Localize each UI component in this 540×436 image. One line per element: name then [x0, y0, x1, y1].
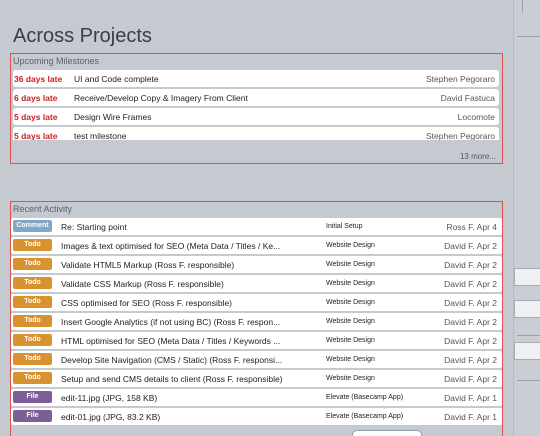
activity-project[interactable]: Website Design — [326, 337, 375, 344]
activity-row[interactable]: File edit-01.jpg (JPG, 83.2 KB) Elevate … — [11, 408, 502, 425]
activity-author: David F. Apr 2 — [444, 374, 497, 384]
activity-author: David F. Apr 2 — [444, 336, 497, 346]
activity-project[interactable]: Website Design — [326, 299, 375, 306]
milestone-person: Stephen Pegoraro — [426, 131, 495, 140]
activity-row[interactable]: Todo Develop Site Navigation (CMS / Stat… — [11, 351, 502, 368]
milestone-name[interactable]: UI and Code complete — [74, 74, 159, 84]
activity-author: David F. Apr 1 — [444, 412, 497, 422]
activity-row[interactable]: Comment Re: Starting point Initial Setup… — [11, 218, 502, 235]
side-panel-tab[interactable] — [514, 342, 540, 360]
activity-project[interactable]: Elevate (Basecamp App) — [326, 394, 403, 401]
activity-project[interactable]: Website Design — [326, 375, 375, 382]
section-label: Upcoming Milestones — [13, 56, 100, 66]
activity-project[interactable]: Website Design — [326, 356, 375, 363]
divider — [517, 380, 540, 381]
file-badge: File — [13, 410, 52, 422]
milestone-name[interactable]: test milestone — [74, 131, 126, 140]
activity-author: David F. Apr 2 — [444, 241, 497, 251]
activity-text[interactable]: Setup and send CMS details to client (Ro… — [61, 374, 311, 384]
milestone-row[interactable]: 5 days late Design Wire Frames Locomote — [13, 108, 499, 125]
activity-project[interactable]: Website Design — [326, 242, 375, 249]
more-milestones-link[interactable]: 13 more... — [460, 152, 496, 161]
activity-text[interactable]: Develop Site Navigation (CMS / Static) (… — [61, 355, 311, 365]
section-label: Recent Activity — [13, 204, 73, 214]
todo-badge: Todo — [13, 296, 52, 308]
milestone-name[interactable]: Receive/Develop Copy & Imagery From Clie… — [74, 93, 248, 103]
activity-project[interactable]: Initial Setup — [326, 223, 363, 230]
milestone-person: David Fastuca — [440, 93, 495, 103]
divider — [517, 36, 540, 37]
milestone-list[interactable]: 36 days late UI and Code complete Stephe… — [13, 70, 499, 140]
todo-badge: Todo — [13, 334, 52, 346]
divider — [522, 0, 523, 12]
activity-text[interactable]: CSS optimised for SEO (Ross F. responsib… — [61, 298, 311, 308]
activity-text[interactable]: Insert Google Analytics (if not using BC… — [61, 317, 311, 327]
activity-project[interactable]: Website Design — [326, 261, 375, 268]
todo-badge: Todo — [13, 239, 52, 251]
main-panel: Across Projects Upcoming Milestones 36 d… — [0, 0, 513, 436]
recent-activity-section: Recent Activity Comment Re: Starting poi… — [10, 201, 503, 436]
activity-text[interactable]: HTML optimised for SEO (Meta Data / Titl… — [61, 336, 311, 346]
side-panel — [513, 0, 540, 436]
todo-badge: Todo — [13, 353, 52, 365]
todo-badge: Todo — [13, 277, 52, 289]
divider — [517, 335, 540, 336]
activity-project[interactable]: Website Design — [326, 280, 375, 287]
milestone-person: Stephen Pegoraro — [426, 74, 495, 84]
activity-author: David F. Apr 2 — [444, 279, 497, 289]
late-indicator: 5 days late — [14, 112, 58, 122]
activity-project[interactable]: Website Design — [326, 318, 375, 325]
activity-text[interactable]: Images & text optimised for SEO (Meta Da… — [61, 241, 311, 251]
activity-text[interactable]: Re: Starting point — [61, 222, 311, 232]
activity-text[interactable]: Validate HTML5 Markup (Ross F. responsib… — [61, 260, 311, 270]
activity-row[interactable]: Todo CSS optimised for SEO (Ross F. resp… — [11, 294, 502, 311]
activity-list: Comment Re: Starting point Initial Setup… — [11, 218, 502, 427]
milestone-row[interactable]: 6 days late Receive/Develop Copy & Image… — [13, 89, 499, 106]
activity-row[interactable]: Todo Setup and send CMS details to clien… — [11, 370, 502, 387]
search-field[interactable] — [352, 430, 422, 436]
activity-row[interactable]: Todo Validate CSS Markup (Ross F. respon… — [11, 275, 502, 292]
activity-row[interactable]: Todo Insert Google Analytics (if not usi… — [11, 313, 502, 330]
todo-badge: Todo — [13, 315, 52, 327]
activity-author: Ross F. Apr 4 — [446, 222, 497, 232]
activity-text[interactable]: edit-01.jpg (JPG, 83.2 KB) — [61, 412, 311, 422]
milestone-row[interactable]: 5 days late test milestone Stephen Pegor… — [13, 127, 499, 140]
activity-row[interactable]: Todo Images & text optimised for SEO (Me… — [11, 237, 502, 254]
activity-row[interactable]: Todo HTML optimised for SEO (Meta Data /… — [11, 332, 502, 349]
activity-author: David F. Apr 2 — [444, 298, 497, 308]
page-title: Across Projects — [13, 25, 152, 47]
activity-author: David F. Apr 2 — [444, 260, 497, 270]
activity-author: David F. Apr 2 — [444, 355, 497, 365]
activity-row[interactable]: Todo Validate HTML5 Markup (Ross F. resp… — [11, 256, 502, 273]
activity-row[interactable]: File edit-11.jpg (JPG, 158 KB) Elevate (… — [11, 389, 502, 406]
side-panel-tab[interactable] — [514, 268, 540, 286]
milestone-person: Locomote — [457, 112, 495, 122]
todo-badge: Todo — [13, 258, 52, 270]
milestone-name[interactable]: Design Wire Frames — [74, 112, 151, 122]
late-indicator: 5 days late — [14, 131, 58, 140]
activity-project[interactable]: Elevate (Basecamp App) — [326, 413, 403, 420]
file-badge: File — [13, 391, 52, 403]
activity-author: David F. Apr 1 — [444, 393, 497, 403]
comment-badge: Comment — [13, 220, 52, 232]
side-panel-tab[interactable] — [514, 300, 540, 318]
milestone-row[interactable]: 36 days late UI and Code complete Stephe… — [13, 70, 499, 87]
todo-badge: Todo — [13, 372, 52, 384]
activity-author: David F. Apr 2 — [444, 317, 497, 327]
activity-text[interactable]: Validate CSS Markup (Ross F. responsible… — [61, 279, 311, 289]
upcoming-milestones-section: Upcoming Milestones 36 days late UI and … — [10, 53, 503, 164]
late-indicator: 6 days late — [14, 93, 58, 103]
activity-text[interactable]: edit-11.jpg (JPG, 158 KB) — [61, 393, 311, 403]
late-indicator: 36 days late — [14, 74, 63, 84]
